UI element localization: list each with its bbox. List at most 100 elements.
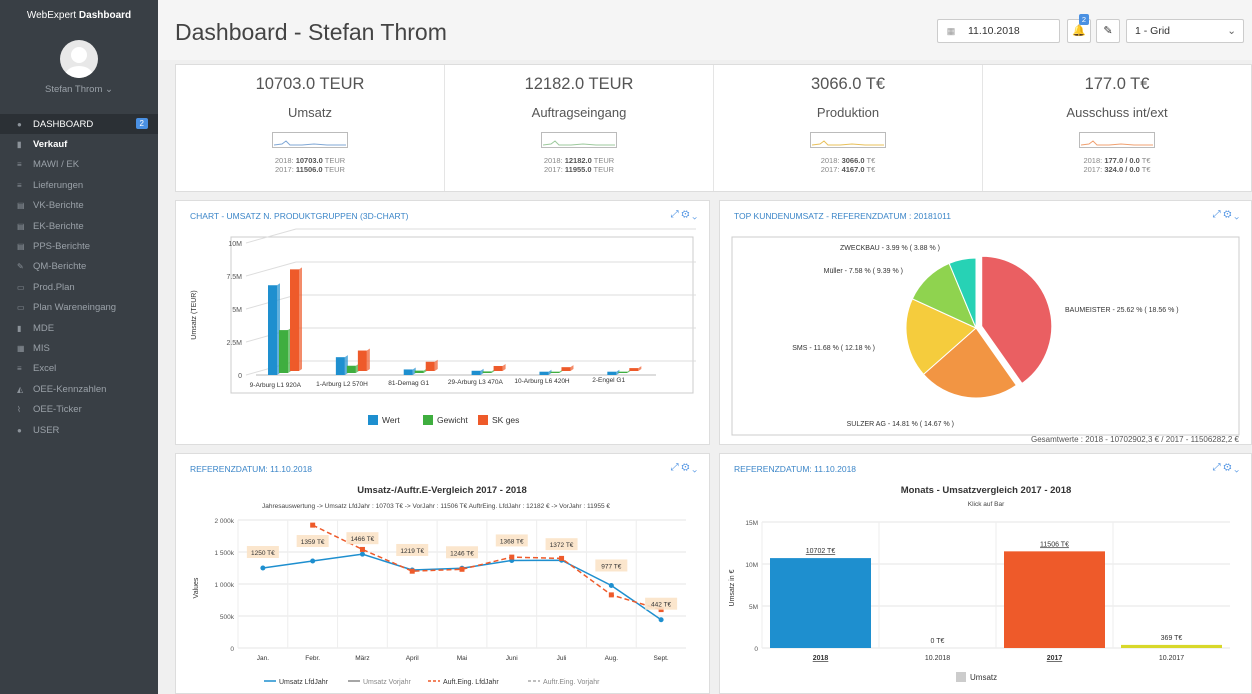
year-value: 12182.0 (564, 156, 592, 165)
sparkline (810, 132, 886, 148)
legend-label: Wert (382, 415, 400, 425)
avatar[interactable] (60, 40, 98, 78)
sidebar-item-ek-berichte[interactable]: ▤ EK-Berichte (0, 216, 158, 236)
kpi-years: 2018: 12182.0 TEUR 2017: 11955.0 TEUR (445, 156, 713, 174)
bar (561, 367, 571, 371)
sidebar-item-prod-plan[interactable]: ▭ Prod.Plan (0, 277, 158, 297)
sidebar-item-label: MIS (33, 342, 50, 354)
data-label: 1359 T€ (301, 539, 325, 546)
sidebar-badge: 2 (135, 118, 148, 129)
panel-tools[interactable]: ⤢ ⚙ ⌄ (671, 209, 697, 220)
pie-label: ZWECKBAU - 3.99 % ( 3.88 % ) (840, 245, 940, 252)
sidebar-item-excel[interactable]: ≡ Excel (0, 359, 158, 379)
panel-tools[interactable]: ⤢ ⚙ ⌄ (671, 462, 697, 473)
panel-line-comparison: REFERENZDATUM: 11.10.2018 ⤢ ⚙ ⌄ Umsatz-/… (175, 453, 710, 694)
bar-side (638, 366, 642, 371)
bar (357, 350, 367, 371)
kpi-card[interactable]: 10703.0 TEUR Umsatz 2018: 10703.0 TEUR 2017… (176, 65, 445, 191)
sidebar-item-mawi-ek[interactable]: ≡ MAWI / EK (0, 155, 158, 175)
y-axis-label: Umsatz in € (729, 569, 736, 606)
x-tick-label[interactable]: 2017 (1047, 655, 1063, 662)
bar (279, 330, 288, 373)
x-tick-label: Sept. (654, 655, 669, 662)
calendar-icon: ▭ (17, 303, 25, 313)
sidebar-item-oee-kennzahlen[interactable]: ◭ OEE-Kennzahlen (0, 379, 158, 399)
year-value: 11506.0 (295, 165, 323, 174)
edit-button[interactable]: ✎ (1096, 19, 1120, 43)
kpi-label: Auftragseingang (531, 105, 627, 120)
sidebar-item-plan-wareneingang[interactable]: ▭ Plan Wareneingang (0, 298, 158, 318)
x-tick-label: 10-Arburg L6 420H (514, 378, 570, 385)
kpi-card[interactable]: 177.0 T€ Ausschuss int/ext 2018: 177.0 / 0… (983, 65, 1251, 191)
date-field[interactable]: ▦ 11.10.2018 (937, 19, 1060, 43)
legend-label: Auftr.Eing. Vorjahr (543, 679, 600, 686)
bar[interactable] (1121, 644, 1222, 648)
y-tick-label: 10M (745, 562, 758, 569)
notification-count: 2 (1078, 14, 1089, 25)
bar[interactable] (770, 558, 871, 648)
sidebar-item-label: VK-Berichte (33, 200, 84, 212)
data-point (658, 617, 664, 623)
sidebar-item-label: Excel (33, 363, 57, 375)
y-tick-label: 0 (230, 646, 234, 653)
data-point (409, 568, 415, 574)
y-tick-label: 1 000k (214, 582, 234, 589)
sidebar-item-dashboard[interactable]: ● DASHBOARD 2 (0, 114, 158, 135)
wrench-icon: ✎ (17, 262, 24, 272)
month-bar-chart: Monats - Umsatzvergleich 2017 - 2018 Klic… (729, 485, 1230, 682)
panel-month-comparison: REFERENZDATUM: 11.10.2018 ⤢ ⚙ ⌄ Monats -… (719, 453, 1252, 694)
year-label: 2017: (275, 165, 294, 174)
panel-tools[interactable]: ⤢ ⚙ ⌄ (1213, 462, 1239, 473)
sidebar-item-vk-berichte[interactable]: ▤ VK-Berichte (0, 196, 158, 216)
x-tick-label[interactable]: 2018 (813, 655, 829, 662)
sidebar-item-label: USER (33, 424, 60, 436)
sidebar-item-label: Plan Wareneingang (33, 302, 117, 314)
chart-title: Umsatz-/Auftr.E-Vergleich 2017 - 2018 (357, 485, 527, 496)
year-label: 2018: (543, 156, 563, 165)
data-label: 1466 T€ (351, 536, 375, 543)
sidebar-item-mis[interactable]: ▦ MIS (0, 338, 158, 358)
bar-side (570, 365, 574, 371)
y-tick-label: 5M (232, 307, 242, 314)
x-tick-label: Aug. (605, 655, 619, 662)
data-point (459, 566, 465, 572)
x-tick-label: April (406, 655, 420, 662)
data-point (608, 592, 614, 598)
x-tick-label: 9-Arburg L1 920A (250, 382, 302, 389)
sidebar-item-lieferungen[interactable]: ≡ Lieferungen (0, 175, 158, 195)
y-tick-label: 2 000k (214, 518, 234, 525)
x-tick-label: März (355, 655, 369, 662)
bar (335, 357, 345, 375)
year-label: 2018: (274, 156, 294, 165)
x-tick-label[interactable]: 10.2018 (925, 655, 950, 662)
sidebar-item-oee-ticker[interactable]: ⌇ OEE-Ticker (0, 399, 158, 419)
year-unit: TEUR (593, 156, 615, 165)
sidebar-item-verkauf[interactable]: ▮ Verkauf (0, 134, 158, 154)
notifications-button[interactable]: 🔔 2 (1067, 14, 1091, 43)
sparkline (272, 132, 348, 148)
data-label: 1372 T€ (550, 542, 574, 549)
kpi-card[interactable]: 3066.0 T€ Produktion 2018: 3066.0 T€ 2017: … (714, 65, 983, 191)
sidebar-item-mde[interactable]: ▮ MDE (0, 318, 158, 338)
sidebar-item-qm-berichte[interactable]: ✎ QM-Berichte (0, 257, 158, 277)
panel-tools[interactable]: ⤢ ⚙ ⌄ (1213, 209, 1239, 220)
year-label: 2018: (1083, 156, 1103, 165)
y-tick-label: 2.5M (226, 340, 242, 347)
file-icon: ▤ (17, 201, 25, 211)
brand-strong: Dashboard (78, 10, 132, 21)
sidebar-item-pps-berichte[interactable]: ▤ PPS-Berichte (0, 236, 158, 256)
pie-label: BAUMEISTER - 25.62 % ( 18.56 % ) (1065, 307, 1179, 314)
book-icon: ▮ (17, 323, 22, 333)
y-tick-label: 0 (754, 646, 758, 653)
bell-icon: 🔔 (1072, 25, 1086, 37)
y-tick-label: 5M (749, 604, 758, 611)
kpi-card[interactable]: 12182.0 TEUR Auftragseingang 2018: 12182.0… (445, 65, 714, 191)
file-icon: ▤ (17, 242, 25, 252)
legend-label: Umsatz Vorjahr (363, 679, 412, 686)
user-menu[interactable]: Stefan Throm ⌄ (0, 84, 158, 95)
x-tick-label[interactable]: 10.2017 (1159, 655, 1184, 662)
bar[interactable] (1004, 551, 1105, 648)
data-label: 977 T€ (601, 563, 622, 570)
layout-select[interactable]: 1 - Grid ⌄ (1126, 19, 1244, 43)
sidebar-item-user[interactable]: ● USER (0, 420, 158, 440)
